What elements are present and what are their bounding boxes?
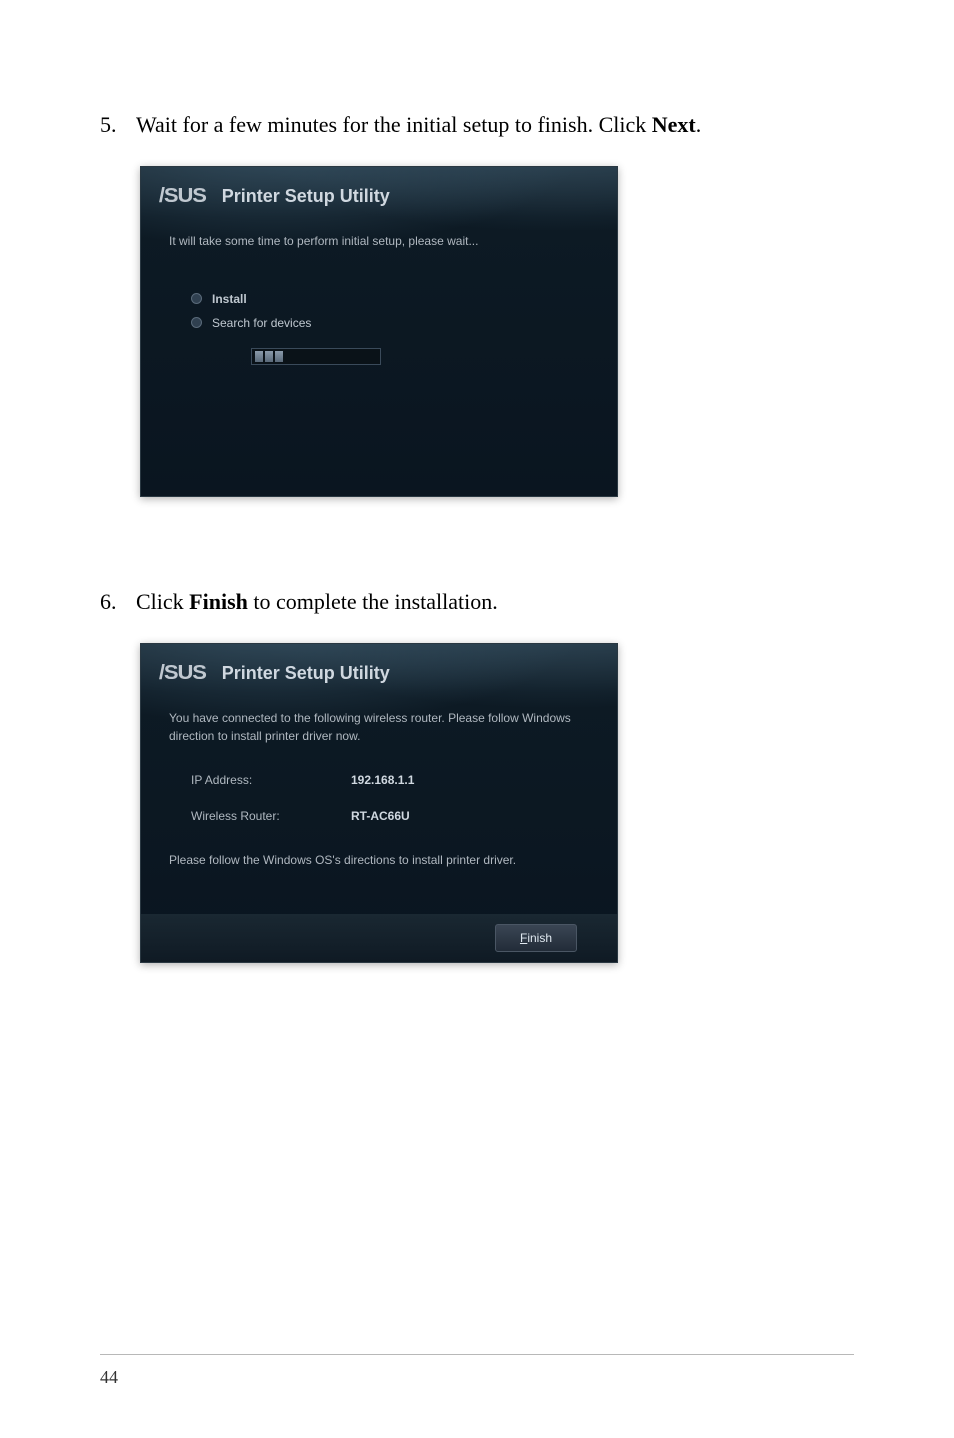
text-segment: Wait for a few minutes for the initial s… <box>136 112 652 137</box>
router-value: RT-AC66U <box>351 809 410 823</box>
ip-label: IP Address: <box>191 773 351 787</box>
instruction-step-5: 5. Wait for a few minutes for the initia… <box>100 110 854 141</box>
info-row-ip: IP Address: 192.168.1.1 <box>169 773 589 787</box>
dialog-title: Printer Setup Utility <box>222 663 390 684</box>
info-row-router: Wireless Router: RT-AC66U <box>169 809 589 823</box>
radio-label: Install <box>212 292 247 306</box>
router-label: Wireless Router: <box>191 809 351 823</box>
footer-divider <box>100 1354 854 1355</box>
dialog-header: /SUS Printer Setup Utility <box>141 644 617 695</box>
step-text: Click Finish to complete the installatio… <box>136 587 498 618</box>
radio-circle-icon <box>191 293 202 304</box>
dialog-header: /SUS Printer Setup Utility <box>141 167 617 218</box>
radio-group: Install Search for devices <box>169 292 589 365</box>
finish-button[interactable]: Finish <box>495 924 577 952</box>
dialog-footer: Finish <box>141 914 617 962</box>
text-segment: . <box>696 112 702 137</box>
asus-logo: /SUS <box>159 662 206 685</box>
progress-segment <box>265 351 273 362</box>
page-number: 44 <box>100 1367 854 1388</box>
radio-label: Search for devices <box>212 316 311 330</box>
radio-search-devices[interactable]: Search for devices <box>191 316 589 330</box>
info-text: It will take some time to perform initia… <box>169 232 589 250</box>
ip-value: 192.168.1.1 <box>351 773 414 787</box>
step-number: 6. <box>100 587 128 618</box>
info-text: You have connected to the following wire… <box>169 709 589 745</box>
text-segment: to complete the installation. <box>248 589 498 614</box>
dialog-title: Printer Setup Utility <box>222 186 390 207</box>
dialog-body: It will take some time to perform initia… <box>141 218 617 385</box>
page-content: 5. Wait for a few minutes for the initia… <box>0 0 954 963</box>
finish-rest: inish <box>527 931 552 945</box>
screenshot-dialog-1: /SUS Printer Setup Utility It will take … <box>140 166 618 497</box>
instruction-step-6: 6. Click Finish to complete the installa… <box>100 587 854 618</box>
text-bold: Next <box>652 112 696 137</box>
asus-logo: /SUS <box>159 185 206 208</box>
progress-segment <box>275 351 283 362</box>
radio-circle-icon <box>191 317 202 328</box>
follow-text: Please follow the Windows OS's direction… <box>169 853 589 867</box>
step-text: Wait for a few minutes for the initial s… <box>136 110 701 141</box>
screenshot-dialog-2: /SUS Printer Setup Utility You have conn… <box>140 643 618 963</box>
page-footer: 44 <box>100 1354 854 1388</box>
radio-install[interactable]: Install <box>191 292 589 306</box>
dialog-body: You have connected to the following wire… <box>141 695 617 907</box>
text-segment: Click <box>136 589 189 614</box>
text-bold: Finish <box>189 589 248 614</box>
step-number: 5. <box>100 110 128 141</box>
progress-bar <box>251 348 381 365</box>
progress-segment <box>255 351 263 362</box>
